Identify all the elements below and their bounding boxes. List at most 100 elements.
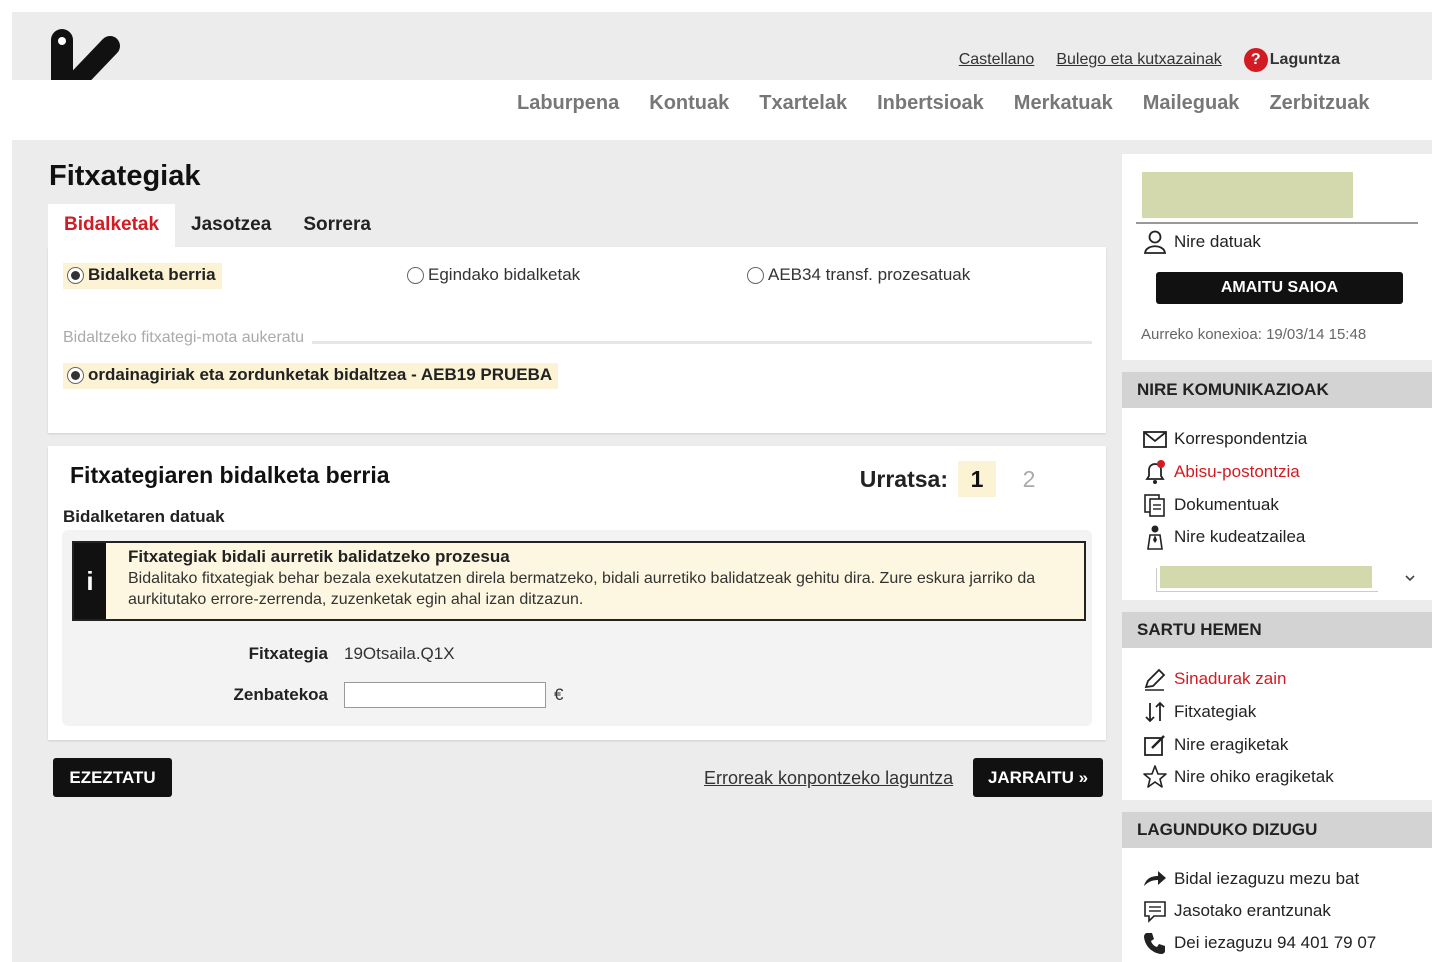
error-help-link[interactable]: Erroreak konpontzeko laguntza bbox=[704, 768, 953, 789]
file-row: Fitxategia 19Otsaila.Q1X bbox=[12, 644, 455, 664]
form-title: Fitxategiaren bidalketa berria bbox=[70, 462, 390, 488]
radio-label: Bidalketa berria bbox=[88, 265, 216, 284]
language-link[interactable]: Castellano bbox=[959, 51, 1035, 69]
manager-icon bbox=[1147, 525, 1163, 550]
chat-icon bbox=[1144, 901, 1166, 923]
my-manager-label: Nire kudeatzailea bbox=[1174, 527, 1306, 546]
help-question-icon: ? bbox=[1243, 48, 1268, 72]
transfer-arrows-icon bbox=[1145, 701, 1165, 723]
envelope-icon bbox=[1143, 431, 1167, 448]
form-subtitle: Bidalketaren datuak bbox=[63, 507, 225, 526]
amount-label: Zenbatekoa bbox=[233, 685, 328, 704]
edit-square-icon bbox=[1144, 735, 1165, 756]
nav-laburpena[interactable]: Laburpena bbox=[517, 92, 619, 115]
manager-select[interactable] bbox=[1156, 568, 1378, 592]
new-upload-panel: Fitxategiaren bidalketa berria Urratsa: … bbox=[48, 446, 1106, 740]
communications-block: Korrespondentzia Abisu-postontzia Dokume… bbox=[1122, 408, 1432, 600]
step-next: 2 bbox=[1022, 465, 1036, 492]
nav-inbertsioak[interactable]: Inbertsioak bbox=[877, 92, 984, 115]
tab-bidalketak[interactable]: Bidalketak bbox=[48, 204, 176, 248]
documents-label: Dokumentuak bbox=[1174, 495, 1279, 514]
sidebar: Nire datuak AMAITU SAIOA Aurreko konexio… bbox=[1122, 154, 1432, 962]
help-header: LAGUNDUKO DIZUGU bbox=[1122, 812, 1432, 848]
my-operations-label: Nire eragiketak bbox=[1174, 735, 1289, 754]
info-text: Bidalitako fitxategiak behar bezala exek… bbox=[128, 570, 1036, 608]
tab-bar: Bidalketak Jasotzea Sorrera bbox=[48, 204, 387, 248]
chevron-down-icon[interactable] bbox=[1404, 572, 1416, 584]
files-label: Fitxategiak bbox=[1174, 702, 1257, 721]
received-answers-link[interactable]: Jasotako erantzunak bbox=[1142, 898, 1331, 924]
info-title: Fitxategiak bidali aurretik balidatzeko … bbox=[128, 547, 510, 566]
phone-icon bbox=[1144, 933, 1165, 954]
my-data-link[interactable]: Nire datuak bbox=[1142, 229, 1261, 255]
step-indicator: Urratsa: 1 2 bbox=[860, 461, 1048, 497]
bell-alert-icon bbox=[1145, 460, 1165, 484]
enter-here-header: SARTU HEMEN bbox=[1122, 612, 1432, 648]
radio-egindako-bidalketak[interactable]: Egindako bidalketak bbox=[403, 263, 586, 289]
last-connection: Aurreko konexioa: 19/03/14 15:48 bbox=[1141, 326, 1367, 343]
radio-aeb34[interactable]: AEB34 transf. prozesatuak bbox=[743, 263, 976, 289]
nav-txartelak[interactable]: Txartelak bbox=[759, 92, 847, 115]
offices-link[interactable]: Bulego eta kutxazainak bbox=[1056, 51, 1221, 69]
radio-checked-icon bbox=[67, 366, 84, 384]
send-options-panel: Bidalketa berria Egindako bidalketak AEB… bbox=[48, 247, 1106, 433]
amount-input[interactable] bbox=[344, 682, 546, 708]
star-icon bbox=[1143, 765, 1167, 788]
usual-operations-link[interactable]: Nire ohiko eragiketak bbox=[1142, 764, 1334, 790]
form-body: i Fitxategiak bidali aurretik balidatzek… bbox=[62, 530, 1092, 726]
help-link[interactable]: ? Laguntza bbox=[1243, 48, 1340, 72]
user-block: Nire datuak AMAITU SAIOA Aurreko konexio… bbox=[1122, 154, 1432, 360]
radio-label: Egindako bidalketak bbox=[428, 265, 581, 284]
currency-symbol: € bbox=[554, 685, 564, 704]
my-data-label: Nire datuak bbox=[1174, 232, 1261, 251]
file-label: Fitxategia bbox=[248, 644, 328, 663]
pending-signatures-label: Sinadurak zain bbox=[1174, 669, 1287, 688]
my-manager-link[interactable]: Nire kudeatzailea bbox=[1142, 524, 1305, 550]
send-message-link[interactable]: Bidal iezaguzu mezu bat bbox=[1142, 866, 1359, 892]
help-label: Laguntza bbox=[1269, 51, 1340, 68]
user-icon bbox=[1143, 230, 1167, 254]
nav-maileguak[interactable]: Maileguak bbox=[1143, 92, 1240, 115]
main-nav: Laburpena Kontuak Txartelak Inbertsioak … bbox=[517, 92, 1369, 115]
step-current: 1 bbox=[958, 461, 996, 497]
correspondence-link[interactable]: Korrespondentzia bbox=[1142, 426, 1307, 452]
documents-icon bbox=[1144, 494, 1165, 517]
cancel-button[interactable]: EZEZTATU bbox=[53, 758, 172, 797]
call-us-label: Dei iezaguzu 94 401 79 07 bbox=[1174, 933, 1377, 952]
user-divider bbox=[1136, 222, 1418, 224]
redacted-user-name bbox=[1142, 172, 1353, 218]
communications-header: NIRE KOMUNIKAZIOAK bbox=[1122, 372, 1432, 408]
top-links: Castellano Bulego eta kutxazainak ? Lagu… bbox=[959, 48, 1340, 72]
app-frame: kutxabank Castellano Bulego eta kutxazai… bbox=[12, 12, 1432, 962]
step-label: Urratsa: bbox=[859, 465, 948, 492]
files-link[interactable]: Fitxategiak bbox=[1142, 699, 1256, 725]
tab-jasotzea[interactable]: Jasotzea bbox=[175, 204, 287, 248]
usual-operations-label: Nire ohiko eragiketak bbox=[1174, 767, 1334, 786]
pending-signatures-link[interactable]: Sinadurak zain bbox=[1142, 666, 1286, 692]
nav-kontuak[interactable]: Kontuak bbox=[649, 92, 729, 115]
my-operations-link[interactable]: Nire eragiketak bbox=[1142, 732, 1288, 758]
radio-icon bbox=[407, 266, 424, 284]
page-title: Fitxategiak bbox=[49, 160, 201, 192]
radio-label: ordainagiriak eta zordunketak bidaltzea … bbox=[88, 365, 553, 384]
nav-merkatuak[interactable]: Merkatuak bbox=[1014, 92, 1113, 115]
tab-sorrera[interactable]: Sorrera bbox=[287, 204, 387, 248]
documents-link[interactable]: Dokumentuak bbox=[1142, 492, 1279, 518]
radio-bidalketa-berria[interactable]: Bidalketa berria bbox=[63, 263, 222, 289]
logout-button[interactable]: AMAITU SAIOA bbox=[1156, 272, 1403, 304]
alerts-inbox-label: Abisu-postontzia bbox=[1174, 462, 1300, 481]
help-block: Bidal iezaguzu mezu bat Jasotako erantzu… bbox=[1122, 848, 1432, 962]
continue-button[interactable]: JARRAITU » bbox=[973, 758, 1103, 797]
file-value: 19Otsaila.Q1X bbox=[344, 644, 455, 663]
nav-zerbitzuak[interactable]: Zerbitzuak bbox=[1269, 92, 1369, 115]
send-arrow-icon bbox=[1144, 871, 1166, 886]
correspondence-label: Korrespondentzia bbox=[1174, 429, 1308, 448]
radio-aeb19[interactable]: ordainagiriak eta zordunketak bidaltzea … bbox=[63, 363, 559, 389]
call-us-link[interactable]: Dei iezaguzu 94 401 79 07 bbox=[1142, 930, 1376, 956]
radio-checked-icon bbox=[67, 266, 84, 284]
alerts-inbox-link[interactable]: Abisu-postontzia bbox=[1142, 459, 1300, 485]
file-type-legend: Bidaltzeko fitxategi-mota aukeratu bbox=[63, 329, 313, 347]
send-message-label: Bidal iezaguzu mezu bat bbox=[1174, 869, 1360, 888]
info-icon: i bbox=[74, 543, 106, 619]
radio-label: AEB34 transf. prozesatuak bbox=[768, 265, 971, 284]
